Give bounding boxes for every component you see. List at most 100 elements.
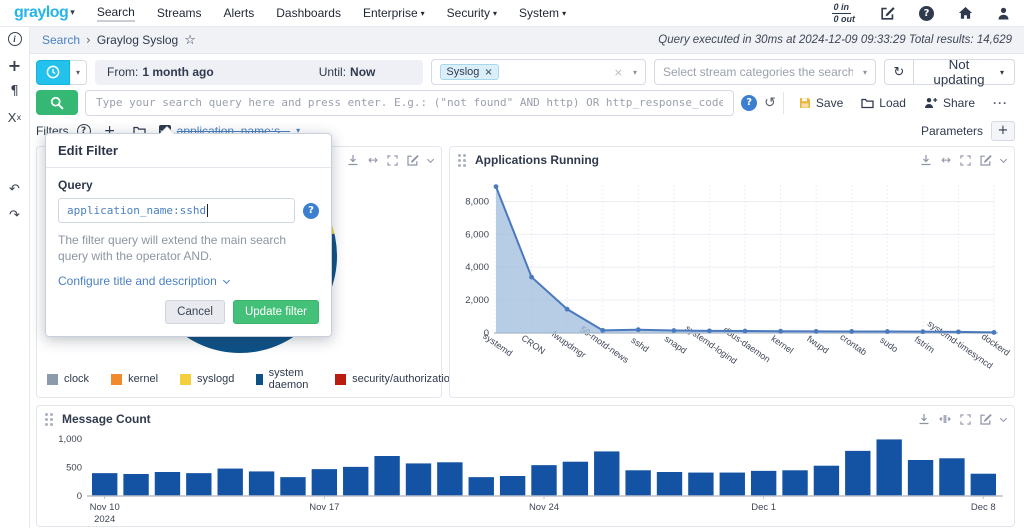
svg-text:systemd-timesyncd: systemd-timesyncd — [926, 318, 995, 370]
nav-item-search[interactable]: Search — [97, 5, 135, 22]
svg-text:8,000: 8,000 — [465, 196, 489, 207]
configure-title-link[interactable]: Configure title and description — [58, 274, 319, 288]
nav-item-enterprise[interactable]: Enterprise▾ — [363, 6, 425, 20]
nav-item-system[interactable]: System▾ — [519, 6, 566, 20]
legend-item[interactable]: system daemon — [256, 367, 313, 391]
redo-icon[interactable]: ↷ — [7, 208, 23, 222]
edit-filter-popup: Edit Filter Query application_name:sshd … — [45, 133, 332, 337]
chevron-down-icon: ▾ — [633, 68, 637, 77]
clear-streams-icon[interactable]: × — [614, 66, 623, 79]
edit-widget-icon[interactable] — [407, 154, 419, 166]
timerange-caret-button[interactable]: ▾ — [70, 60, 87, 85]
edit-widget-icon[interactable] — [980, 413, 992, 425]
more-actions-button[interactable]: ··· — [986, 92, 1015, 114]
graylog-logo[interactable]: graylog ▾ — [14, 4, 75, 22]
export-download-icon[interactable] — [347, 154, 359, 166]
legend-item[interactable]: syslogd — [180, 373, 234, 385]
help-icon[interactable]: ? — [919, 6, 934, 21]
remove-stream-icon[interactable]: × — [484, 67, 492, 78]
fields-icon[interactable]: Xx — [7, 110, 23, 124]
stream-category-select[interactable]: Select stream categories the search shou… — [654, 59, 876, 85]
chart-legend: clock kernel syslogd system daemon security/… — [47, 367, 456, 391]
legend-label: clock — [64, 373, 89, 385]
throughput-indicator[interactable]: 0 in 0 out — [832, 2, 858, 24]
drag-handle[interactable] — [45, 413, 48, 416]
search-icon — [50, 96, 64, 110]
cancel-button[interactable]: Cancel — [165, 300, 225, 324]
query-help-icon[interactable]: ? — [741, 95, 757, 111]
legend-item[interactable]: clock — [47, 373, 89, 385]
svg-text:snapd: snapd — [663, 333, 689, 355]
chevron-down-icon: ▾ — [863, 68, 867, 77]
logo-caret-icon: ▾ — [70, 8, 75, 18]
svg-text:sudo: sudo — [878, 335, 900, 354]
drag-handle[interactable] — [458, 154, 461, 157]
arrows-horizontal-icon[interactable]: ↔ — [941, 153, 951, 167]
svg-text:Nov 24: Nov 24 — [529, 502, 559, 513]
favorite-star-icon[interactable]: ☆ — [184, 33, 196, 48]
expand-columns-icon[interactable] — [939, 413, 951, 425]
nav-item-streams[interactable]: Streams — [157, 6, 202, 20]
edit-widget-icon[interactable] — [980, 154, 992, 166]
refresh-interval-button[interactable]: Not updating ▾ — [914, 59, 1015, 85]
nav-item-security[interactable]: Security▾ — [447, 6, 497, 20]
edit-profile-icon[interactable] — [881, 6, 895, 20]
chevron-down-icon[interactable] — [428, 157, 433, 164]
svg-text:6,000: 6,000 — [465, 229, 489, 240]
fullscreen-icon[interactable] — [960, 414, 971, 425]
timerange-clock-button[interactable] — [36, 60, 70, 85]
query-help-icon[interactable]: ? — [303, 203, 319, 219]
breadcrumb-search-link[interactable]: Search — [42, 33, 80, 47]
create-icon[interactable]: + — [7, 58, 23, 72]
bar-chart[interactable]: 05001,000Nov 102024Nov 17Nov 24Dec 1Dec … — [37, 432, 1014, 526]
query-history-icon[interactable]: ↺ — [764, 95, 776, 111]
export-download-icon[interactable] — [918, 413, 930, 425]
svg-text:500: 500 — [66, 462, 82, 473]
fullscreen-icon[interactable] — [960, 155, 971, 166]
run-search-button[interactable] — [36, 90, 78, 115]
chevron-down-icon: ▾ — [562, 9, 566, 18]
legend-swatch — [111, 374, 122, 385]
throughput-out: 0 out — [832, 13, 858, 24]
legend-swatch — [335, 374, 346, 385]
legend-item[interactable]: kernel — [111, 373, 158, 385]
svg-text:Nov 10: Nov 10 — [90, 502, 120, 513]
search-row: ? ↺ Save Load Share ··· — [36, 89, 1015, 116]
nav-item-alerts[interactable]: Alerts — [224, 6, 255, 20]
chevron-down-icon[interactable] — [1001, 416, 1006, 423]
update-filter-button[interactable]: Update filter — [233, 300, 319, 324]
arrows-horizontal-icon[interactable]: ↔ — [368, 153, 378, 167]
chevron-down-icon: ▾ — [421, 9, 425, 18]
area-chart[interactable]: 02,0004,0006,0008,000systemdCRONfwupdmgr… — [450, 175, 1014, 399]
widget-header: Applications Running ↔ — [450, 147, 1014, 173]
legend-label: system daemon — [269, 367, 313, 391]
breadcrumb-separator: › — [86, 33, 91, 47]
add-parameter-button[interactable]: + — [991, 121, 1015, 141]
timerange-summary[interactable]: From: 1 month ago Until: Now — [95, 60, 423, 85]
export-download-icon[interactable] — [920, 154, 932, 166]
fullscreen-icon[interactable] — [387, 155, 398, 166]
breadcrumb-page-title: Graylog Syslog — [97, 33, 178, 47]
chevron-down-icon[interactable] — [1001, 157, 1006, 164]
share-button[interactable]: Share — [917, 92, 982, 114]
svg-text:sshd: sshd — [629, 335, 650, 354]
user-icon[interactable] — [997, 7, 1010, 20]
save-button[interactable]: Save — [792, 92, 850, 114]
refresh-button[interactable]: ↻ — [884, 59, 914, 85]
legend-swatch — [47, 374, 58, 385]
formatting-icon[interactable]: ¶ — [7, 84, 23, 98]
until-value: Now — [350, 65, 375, 79]
search-query-input[interactable] — [85, 90, 734, 116]
filter-query-input[interactable]: application_name:sshd — [58, 198, 295, 223]
view-description-icon[interactable]: i — [7, 32, 23, 46]
load-button[interactable]: Load — [854, 92, 913, 114]
legend-item[interactable]: security/authorization — [335, 373, 456, 385]
nav-item-dashboards[interactable]: Dashboards — [276, 6, 341, 20]
widget-header: Message Count — [37, 406, 1014, 432]
throughput-in: 0 in — [832, 2, 852, 14]
svg-text:CRON: CRON — [520, 333, 547, 356]
undo-icon[interactable]: ↶ — [7, 182, 23, 196]
home-icon[interactable] — [958, 6, 973, 20]
stream-select[interactable]: Syslog × × ▾ — [431, 59, 646, 85]
save-icon — [799, 97, 811, 109]
